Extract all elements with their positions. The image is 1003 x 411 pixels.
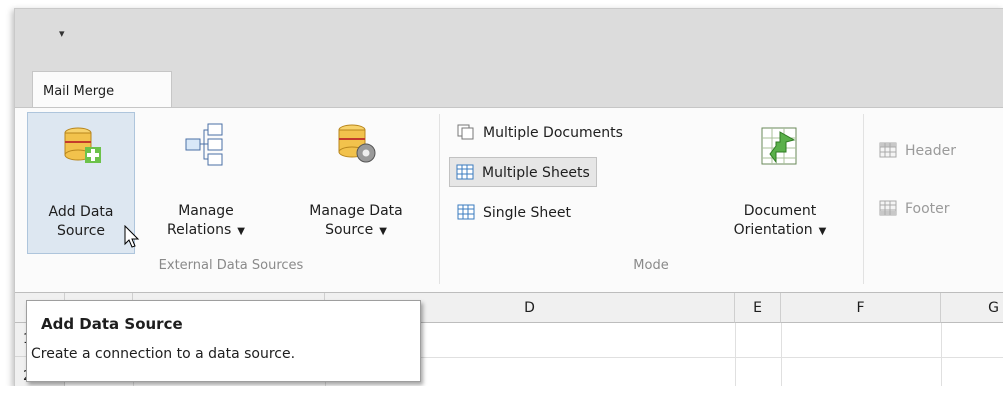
multiple-documents-icon [457,124,474,140]
manage-relations-label-line1: Manage [178,203,234,219]
group-label-mode: Mode [633,258,669,273]
add-data-source-button[interactable]: Add Data Source [27,112,140,254]
orientation-arrows-icon [761,127,797,165]
multiple-documents-label: Multiple Documents [483,125,623,141]
header-label: Header [905,143,956,159]
document-orientation-label-line2: Orientation [733,222,813,238]
column-header-f[interactable]: F [781,293,941,323]
multiple-documents-option[interactable]: Multiple Documents [451,118,629,148]
column-header-d-label: D [524,300,535,316]
header-table-icon [879,142,897,158]
single-sheet-option[interactable]: Single Sheet [451,198,577,228]
manage-data-source-label-line1: Manage Data [309,203,403,219]
ribbon: Add Data Source Manage Relations ▼ Manag… [15,107,1003,292]
column-header-f-label: F [856,300,865,316]
grid-line [941,323,942,387]
manage-data-source-button[interactable]: Manage Data Source ▼ [281,112,431,254]
grid-line [735,323,736,387]
group-divider [863,114,864,284]
document-orientation-label-line1: Document [743,203,817,219]
add-data-source-label-line1: Add Data [48,204,114,220]
add-data-source-label-line2: Source [56,223,106,239]
column-header-e-label: E [753,300,762,316]
database-add-icon [64,127,101,163]
column-header-e[interactable]: E [735,293,781,323]
footer-table-icon [879,200,897,216]
manage-data-source-label-line2: Source [325,222,374,238]
tab-mail-merge[interactable]: Mail Merge [32,71,172,108]
multiple-sheets-icon [456,164,474,180]
tooltip-title: Add Data Source [41,315,183,333]
header-option[interactable]: Header [873,136,962,166]
footer-option[interactable]: Footer [873,194,956,224]
column-header-g[interactable]: G [941,293,1003,323]
group-divider [439,114,440,284]
group-label-external-data-sources: External Data Sources [158,258,304,273]
chevron-down-icon[interactable]: ▼ [379,226,387,237]
tooltip-add-data-source: Add Data Source Create a connection to a… [26,300,421,382]
title-bar: ▾ Mail Merge [15,9,1003,108]
quick-access-dropdown[interactable]: ▾ [59,27,65,40]
multiple-sheets-label: Multiple Sheets [482,165,590,181]
manage-relations-label-line2: Relations [167,222,232,238]
footer-label: Footer [905,201,950,217]
single-sheet-icon [457,204,475,220]
manage-relations-button[interactable]: Manage Relations ▼ [141,112,271,254]
relations-icon [185,123,223,166]
single-sheet-label: Single Sheet [483,205,571,221]
torn-edge [0,386,1003,411]
database-gear-icon [338,124,376,163]
column-header-g-label: G [988,300,999,316]
grid-line [781,323,782,387]
document-orientation-button[interactable]: Document Orientation ▼ [705,112,855,254]
mouse-cursor-icon [124,225,140,248]
chevron-down-icon[interactable]: ▼ [237,226,245,237]
tooltip-description: Create a connection to a data source. [31,346,296,362]
multiple-sheets-option[interactable]: Multiple Sheets [449,157,597,187]
chevron-down-icon[interactable]: ▼ [819,226,827,237]
